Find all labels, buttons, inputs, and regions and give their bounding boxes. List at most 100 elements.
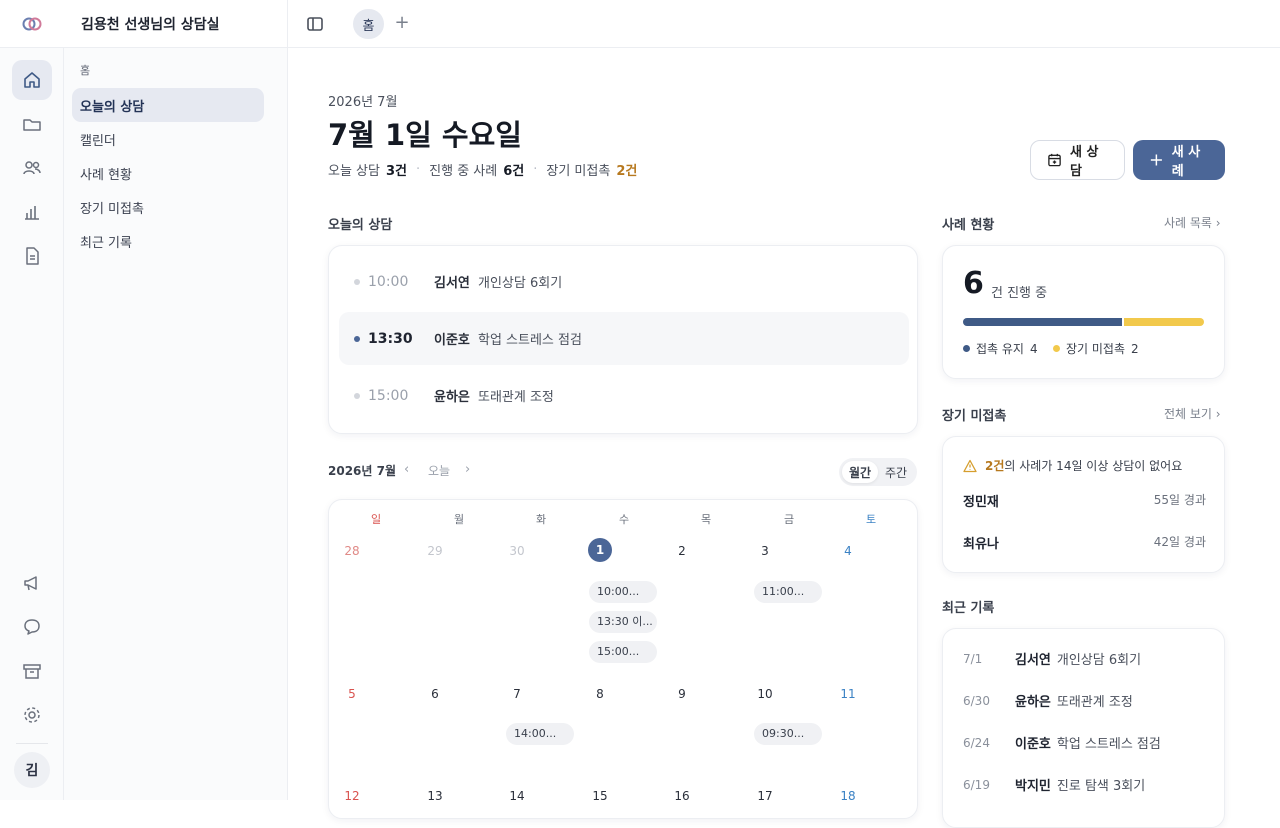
nav-panel: 홈 오늘의 상담 캘린더 사례 현황 장기 미접촉 최근 기록 [64,48,288,800]
status-dot [354,279,360,285]
client-name: 이준호 [1015,733,1051,752]
settings-icon[interactable] [12,695,52,735]
nav-item-today[interactable]: 오늘의 상담 [72,88,264,122]
logo-icon [22,15,42,33]
summary-today-label: 오늘 상담 [328,160,380,179]
today-row[interactable]: 13:30 이준호 학업 스트레스 점검 [339,312,909,365]
nav-item-recent[interactable]: 최근 기록 [72,224,264,258]
day-number[interactable]: 4 [807,544,889,558]
icon-rail: 김 [0,48,64,800]
day-number[interactable]: 10 [724,687,806,701]
nav-item-longterm[interactable]: 장기 미접촉 [72,190,264,224]
avatar[interactable]: 김 [14,752,50,788]
rail-divider [16,743,48,744]
app-title: 김용천 선생님의 상담실 [81,14,220,34]
client-name: 정민재 [963,491,999,510]
prev-month-icon[interactable]: ‹ [404,462,409,477]
client-name: 이준호 [434,329,470,348]
weekday-label: 수 [583,511,665,527]
cases-count: 6 [963,266,984,301]
today-day: 1 [588,538,612,562]
day-number[interactable]: 28 [328,544,393,558]
next-month-icon[interactable]: › [465,462,470,477]
longterm-section-title: 장기 미접촉 [942,405,1006,424]
chat-icon[interactable] [12,607,52,647]
day-number[interactable]: 13 [394,789,476,803]
day-number[interactable]: 12 [328,789,393,803]
bar-chart-icon[interactable] [12,192,52,232]
summary-active-value: 6건 [503,160,524,179]
recent-item[interactable]: 6/19 박지민 진로 탐색 3회기 [963,775,1145,794]
day-number[interactable]: 17 [724,789,806,803]
home-icon[interactable] [12,60,52,100]
tab-home[interactable]: 홈 [353,9,384,39]
users-icon[interactable] [12,148,52,188]
megaphone-icon[interactable] [12,563,52,603]
day-number[interactable]: 29 [394,544,476,558]
record-desc: 학업 스트레스 점검 [1057,733,1161,752]
legend-label: 접촉 유지 [976,340,1024,357]
sidebar-toggle-icon[interactable] [305,14,325,34]
calendar-event[interactable]: 09:30... [754,723,822,745]
today-button[interactable]: 오늘 [428,462,450,479]
day-number[interactable]: 7 [476,687,558,701]
main-content: 2026년 7월 7월 1일 수요일 오늘 상담 3건 · 진행 중 사례 6건… [288,48,1280,800]
longterm-row[interactable]: 정민재 55일 경과 [963,491,1206,510]
calendar-event[interactable]: 14:00... [506,723,574,745]
nav-item-calendar[interactable]: 캘린더 [72,122,264,156]
recent-item[interactable]: 7/1 김서연 개인상담 6회기 [963,649,1141,668]
brand-bar: 김용천 선생님의 상담실 [0,0,288,48]
longterm-row[interactable]: 최유나 42일 경과 [963,533,1206,552]
day-number[interactable]: 18 [807,789,889,803]
summary-line: 오늘 상담 3건 · 진행 중 사례 6건 · 장기 미접촉 2건 [328,160,637,179]
weekday-label: 목 [665,511,747,527]
nav-item-cases[interactable]: 사례 현황 [72,156,264,190]
calendar-event[interactable]: 13:30 이... [589,611,657,633]
recent-card: 7/1 김서연 개인상담 6회기 6/30 윤하은 또래관계 조정 6/24 이… [942,628,1225,828]
cases-list-link[interactable]: 사례 목록 › [1164,214,1221,231]
session-desc: 또래관계 조정 [478,386,554,405]
calendar-event[interactable]: 15:00... [589,641,657,663]
day-number[interactable]: 14 [476,789,558,803]
today-row[interactable]: 10:00 김서연 개인상담 6회기 [339,255,909,308]
longterm-all-link[interactable]: 전체 보기 › [1164,405,1221,422]
folder-icon[interactable] [12,104,52,144]
record-desc: 개인상담 6회기 [1057,649,1141,668]
calendar-event[interactable]: 11:00... [754,581,822,603]
new-session-button[interactable]: 새 상담 [1030,140,1125,180]
add-tab-icon[interactable]: + [391,12,413,34]
today-row[interactable]: 15:00 윤하은 또래관계 조정 [339,369,909,422]
longterm-card: 2건의 사례가 14일 이상 상담이 없어요 정민재 55일 경과 최유나 42… [942,436,1225,573]
day-number[interactable]: 30 [476,544,558,558]
recent-item[interactable]: 6/30 윤하은 또래관계 조정 [963,691,1133,710]
warning-icon [963,459,977,473]
calendar-event[interactable]: 10:00... [589,581,657,603]
day-number[interactable]: 5 [328,687,393,701]
day-number-today[interactable]: 1 [559,538,641,562]
long-bar [1124,318,1204,326]
day-number[interactable]: 6 [394,687,476,701]
weekday-label: 금 [748,511,830,527]
elapsed-days: 55일 경과 [1154,491,1206,510]
record-date: 6/19 [963,778,1015,792]
archive-icon[interactable] [12,651,52,691]
day-number[interactable]: 16 [641,789,723,803]
summary-long-value: 2건 [616,160,637,179]
weekday-label: 토 [830,511,912,527]
new-case-button[interactable]: 새 사례 [1133,140,1225,180]
view-week-button[interactable]: 주간 [878,461,914,483]
view-month-button[interactable]: 월간 [842,461,878,483]
day-number[interactable]: 3 [724,544,806,558]
new-session-label: 새 상담 [1070,141,1108,179]
document-icon[interactable] [12,236,52,276]
day-number[interactable]: 11 [807,687,889,701]
day-number[interactable]: 8 [559,687,641,701]
contact-bar [963,318,1122,326]
day-number[interactable]: 15 [559,789,641,803]
day-number[interactable]: 9 [641,687,723,701]
client-name: 윤하은 [434,386,470,405]
recent-item[interactable]: 6/24 이준호 학업 스트레스 점검 [963,733,1161,752]
cases-list-label: 사례 목록 [1164,216,1212,230]
client-name: 김서연 [434,272,470,291]
day-number[interactable]: 2 [641,544,723,558]
